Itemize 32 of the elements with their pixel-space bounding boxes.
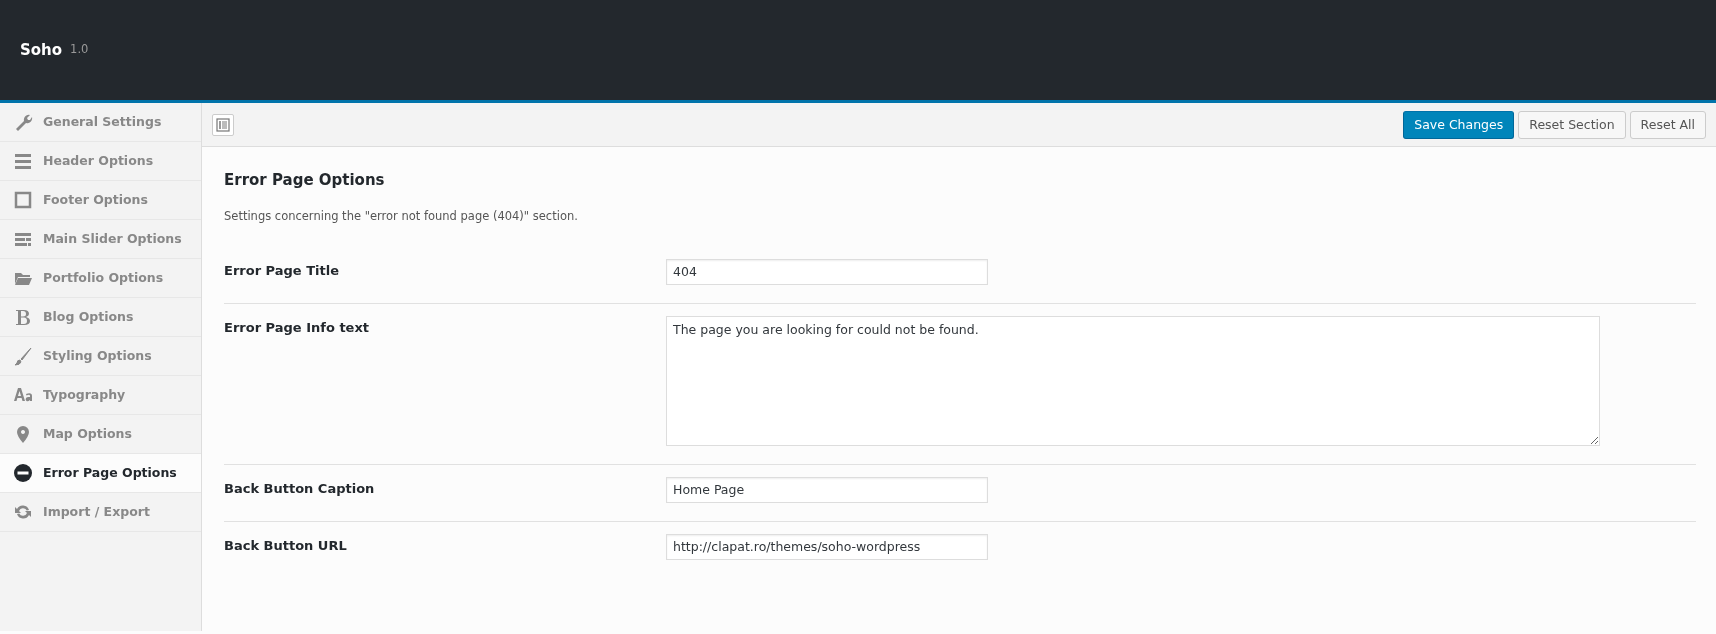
brush-icon (13, 346, 33, 366)
text-area[interactable]: The page you are looking for could not be found. (666, 315, 1600, 446)
section-title: Error Page Options (224, 170, 386, 191)
sidebar-item[interactable]: Error Page Options (0, 454, 201, 493)
square-icon (13, 190, 33, 210)
sidebar-item[interactable]: Main Slider Options (0, 220, 201, 259)
action-button[interactable]: Reset All (1629, 110, 1706, 139)
field-label: Error Page Info text (224, 318, 370, 337)
sidebar-item[interactable]: Portfolio Options (0, 259, 201, 298)
sidebar-item[interactable]: Styling Options (0, 337, 201, 376)
sidebar-item[interactable]: Blog Options (0, 298, 201, 337)
input-field[interactable]: 404 (666, 258, 988, 285)
menu-icon (13, 151, 33, 171)
sidebar-item[interactable]: Import / Export (0, 493, 201, 532)
refresh-icon (13, 502, 33, 522)
bold-letter-icon (13, 307, 33, 327)
action-button[interactable]: Save Changes (1403, 110, 1515, 139)
section-description: Settings concerning the "error not found page (404)" section. (224, 207, 579, 225)
minus-circle-icon (13, 463, 33, 483)
version-label: 1.0 (70, 41, 89, 59)
field-label: Error Page Title (224, 261, 340, 280)
field-label: Back Button Caption (224, 479, 376, 498)
layout-toggle-icon[interactable] (212, 113, 234, 136)
sidebar-item[interactable]: Header Options (0, 142, 201, 181)
input-field[interactable]: Home Page (666, 476, 988, 503)
input-field[interactable]: http://clapat.ro/themes/soho-wordpress (666, 533, 988, 560)
sidebar-item[interactable]: Typography (0, 376, 201, 415)
sidebar-item[interactable]: General Settings (0, 103, 201, 142)
field-label: Back Button URL (224, 536, 348, 555)
action-button[interactable]: Reset Section (1518, 110, 1626, 139)
app-title: Soho (20, 39, 63, 61)
sidebar-item[interactable]: Footer Options (0, 181, 201, 220)
